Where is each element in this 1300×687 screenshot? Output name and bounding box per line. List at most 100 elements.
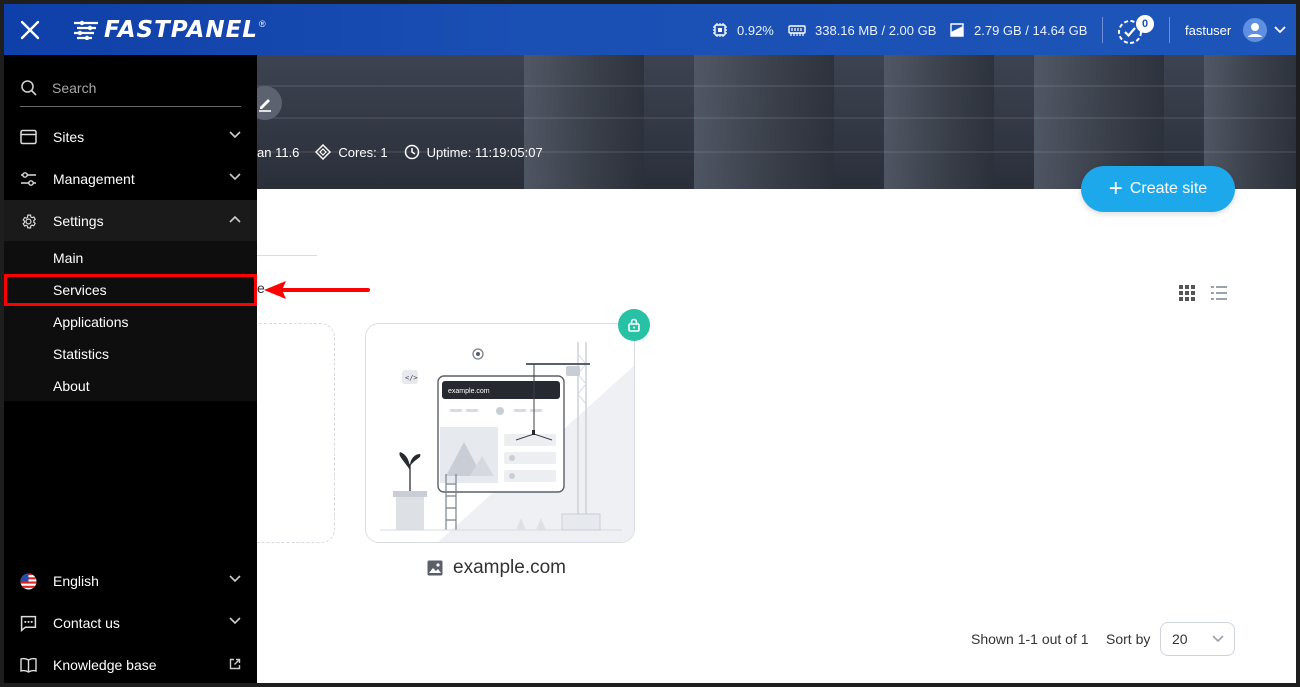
uptime-info: Uptime: 11:19:05:07 [404,144,543,160]
chevron-down-icon [229,575,241,583]
browser-window-icon [20,129,37,145]
external-link-icon [229,658,241,670]
cores-value: Cores: 1 [338,144,388,160]
user-icon [1248,23,1263,37]
ssl-lock-badge[interactable] [618,309,650,341]
logo-mark-icon [74,20,98,40]
grid-icon [1179,285,1195,301]
logo-registered-mark: ® [258,19,266,29]
sidebar-item-contact-us[interactable]: Contact us [4,602,257,644]
plus-icon: + [1108,175,1123,202]
cpu-value: 0.92% [737,22,774,38]
os-info: an 11.6 [257,145,299,160]
submenu-item-label: About [53,378,90,394]
grid-view-button[interactable] [1178,284,1196,302]
window-frame: FASTPANEL ® 0.92% 338.16 MB / 2.00 GB 2. [0,0,1300,687]
chevron-down-icon [1212,635,1224,643]
sidebar-item-language[interactable]: English [4,560,257,602]
close-menu-button[interactable] [16,16,44,44]
sidebar-item-label: Management [53,171,135,187]
submenu-item-statistics[interactable]: Statistics [4,338,257,370]
sidebar-item-knowledge-base[interactable]: Knowledge base [4,644,257,683]
create-site-label: Create site [1129,180,1208,197]
list-view-button[interactable] [1210,284,1228,302]
pagination-summary: Shown 1-1 out of 1 [971,631,1089,647]
preview-domain: example.com [448,388,490,395]
lock-icon [628,318,640,332]
ram-usage[interactable]: 338.16 MB / 2.00 GB [788,20,936,40]
sidebar-item-sites[interactable]: Sites [4,116,257,158]
submenu-item-about[interactable]: About [4,370,257,402]
sliders-icon [21,172,36,186]
search-icon [21,79,37,96]
chevron-up-icon [229,215,241,223]
sidebar-item-label: Sites [53,129,85,145]
uptime-value: Uptime: 11:19:05:07 [426,144,543,160]
topbar-divider [1102,17,1103,43]
sidebar-item-settings[interactable]: Settings [4,200,257,242]
tasks-button[interactable]: 0 [1116,15,1156,45]
user-menu[interactable]: fastuser [1185,17,1287,43]
server-info: an 11.6 Cores: 1 Uptime: 11:19:05:07 [257,144,559,160]
fastpanel-logo[interactable]: FASTPANEL ® [72,16,266,44]
sidebar-item-label: English [53,573,99,589]
submenu-item-label: Services [53,282,107,298]
settings-submenu: Main Services Applications Statistics Ab… [4,241,257,401]
annotation-arrow-icon [264,281,370,299]
us-flag-icon [20,573,37,589]
logo-text: FASTPANEL [104,17,258,43]
username: fastuser [1185,22,1232,38]
chevron-down-icon [229,617,241,625]
cpu-icon [713,23,727,37]
close-icon [20,20,40,40]
submenu-item-applications[interactable]: Applications [4,306,257,338]
site-name-link[interactable]: example.com [427,556,566,580]
app-window: FASTPANEL ® 0.92% 338.16 MB / 2.00 GB 2. [4,4,1296,683]
submenu-item-label: Main [53,250,84,266]
chevron-down-icon [229,131,241,139]
cpu-usage[interactable]: 0.92% [712,20,774,40]
book-icon [20,657,37,673]
image-icon [427,560,443,576]
code-icon: </> [405,374,418,382]
server-rack-image [524,55,644,189]
cores-info: Cores: 1 [315,144,388,160]
disk-icon [950,23,964,37]
memory-icon [788,25,806,36]
list-icon [1211,286,1227,300]
sidebar-item-label: Settings [53,213,104,229]
disk-usage[interactable]: 2.79 GB / 14.64 GB [949,20,1087,40]
submenu-item-main[interactable]: Main [4,242,257,274]
sort-by-label: Sort by [1106,631,1151,647]
per-page-select[interactable]: 20 [1160,622,1235,656]
sidebar-item-management[interactable]: Management [4,158,257,200]
site-name-text: example.com [453,557,566,578]
search-input[interactable] [52,79,222,96]
topbar-divider [1169,17,1170,43]
site-card[interactable]: example.com </> [365,323,635,543]
tab-underline [257,255,317,256]
server-rack-image [884,55,994,189]
chevron-down-icon [229,173,241,181]
sidebar-search[interactable] [20,69,241,107]
per-page-value: 20 [1172,631,1188,647]
chevron-down-icon [1274,26,1286,34]
submenu-item-label: Statistics [53,346,110,362]
submenu-item-label: Applications [53,314,129,330]
ram-value: 338.16 MB / 2.00 GB [815,22,937,38]
disk-value: 2.79 GB / 14.64 GB [974,22,1088,38]
server-rack-image [694,55,834,189]
sidebar: Sites Management Settings Main Serv [4,55,257,683]
chat-icon [20,615,37,632]
sidebar-item-label: Knowledge base [53,657,157,673]
site-preview-illustration: example.com </> [366,324,634,542]
top-bar: FASTPANEL ® 0.92% 338.16 MB / 2.00 GB 2. [4,4,1296,55]
diamond-icon [315,144,332,160]
sidebar-item-label: Contact us [53,615,120,631]
create-site-button[interactable]: + Create site [1081,166,1235,212]
tasks-count-badge: 0 [1136,15,1154,33]
submenu-item-services[interactable]: Services [4,274,257,306]
clock-icon [404,144,419,160]
avatar [1243,18,1268,42]
gear-icon [22,214,36,228]
